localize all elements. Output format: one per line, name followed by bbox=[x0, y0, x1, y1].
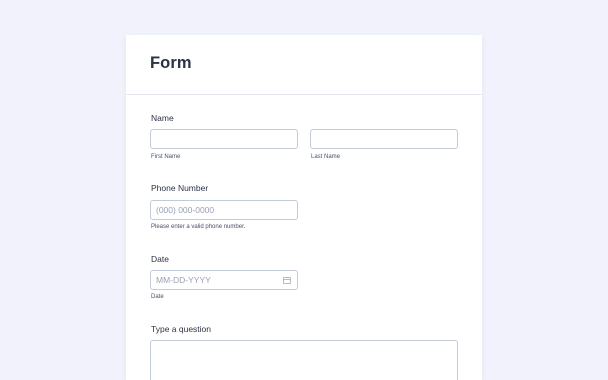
date-input[interactable]: MM-DD-YYYY bbox=[150, 270, 298, 290]
form-card: Form Name First Name Last Name Phone Num… bbox=[126, 35, 482, 380]
date-sublabel: Date bbox=[151, 294, 164, 300]
phone-input[interactable]: (000) 000-0000 bbox=[150, 200, 298, 220]
phone-placeholder: (000) 000-0000 bbox=[156, 205, 215, 215]
phone-sublabel: Please enter a valid phone number. bbox=[151, 224, 246, 230]
question-label: Type a question bbox=[151, 324, 212, 334]
form-title: Form bbox=[150, 54, 192, 72]
first-name-input[interactable] bbox=[150, 129, 298, 149]
question-textarea[interactable] bbox=[150, 340, 458, 380]
last-name-input[interactable] bbox=[310, 129, 458, 149]
phone-label: Phone Number bbox=[151, 183, 209, 193]
form-header: Form bbox=[126, 35, 482, 95]
calendar-icon[interactable] bbox=[283, 277, 291, 284]
name-label: Name bbox=[151, 113, 174, 123]
last-name-sublabel: Last Name bbox=[311, 154, 341, 160]
date-placeholder: MM-DD-YYYY bbox=[156, 275, 211, 285]
date-label: Date bbox=[151, 254, 169, 264]
first-name-sublabel: First Name bbox=[151, 154, 181, 160]
